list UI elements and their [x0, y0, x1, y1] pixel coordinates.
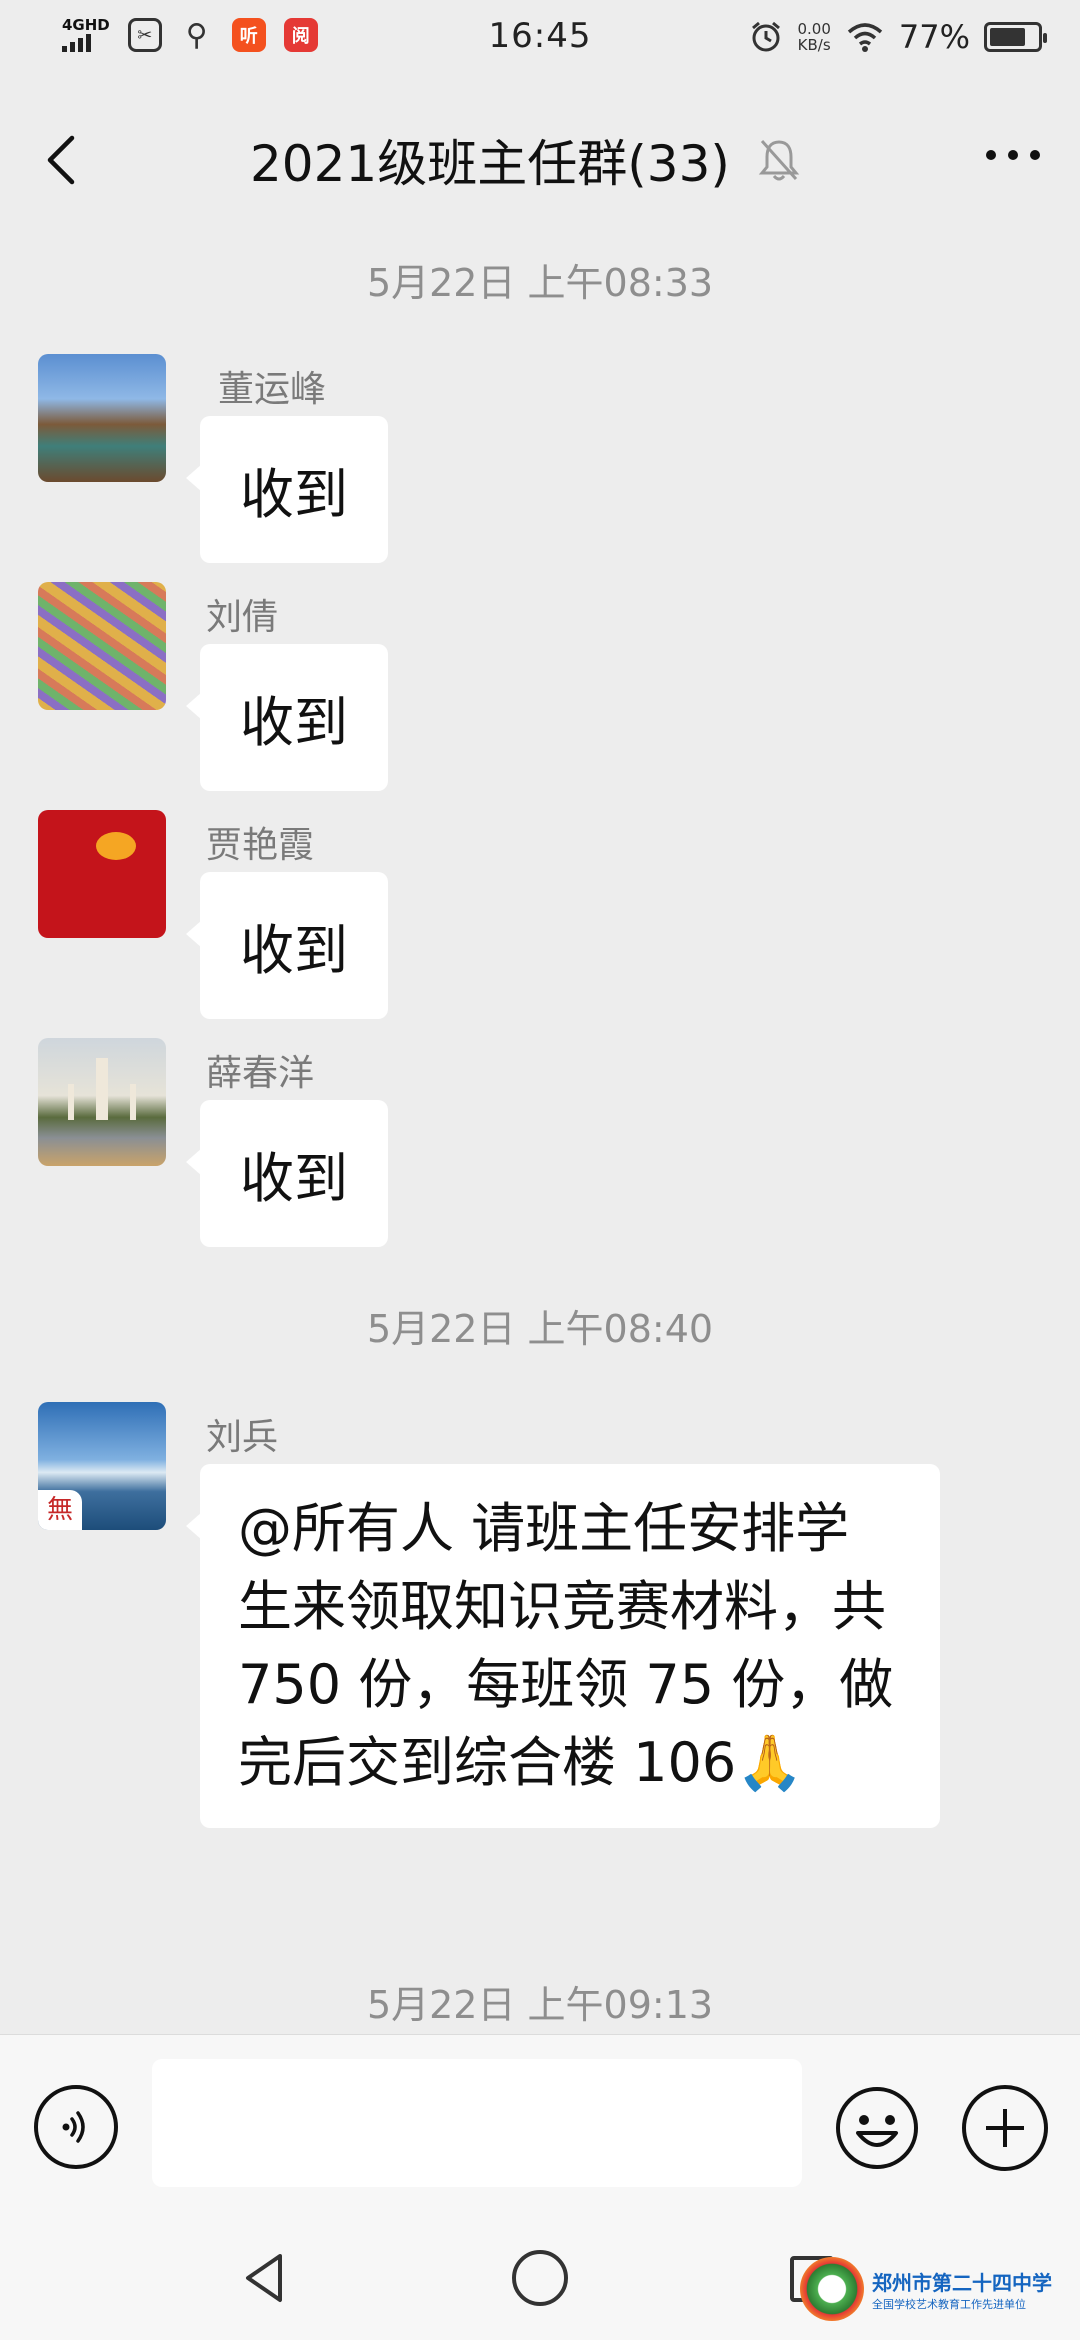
status-bar: 4GHD ✂ ⚲ 听 阅 16:45 0.00 KB/s 77%	[0, 0, 1080, 84]
sender-name: 董运峰	[218, 369, 327, 410]
alarm-icon	[752, 21, 781, 52]
avatar[interactable]	[38, 810, 166, 938]
mute-bell-icon	[758, 139, 800, 181]
speed-unit: KB/s	[797, 36, 831, 54]
message-bubble[interactable]: 收到	[186, 872, 388, 1019]
emoji-button[interactable]	[834, 2085, 920, 2171]
message-text: 收到	[240, 1147, 348, 1210]
school-logo-icon	[800, 2257, 864, 2321]
message-input[interactable]	[152, 2059, 802, 2187]
message-bubble[interactable]: 收到	[186, 416, 388, 563]
message-text: 收到	[240, 463, 348, 526]
message-text: 收到	[240, 919, 348, 982]
page-title: 2021级班主任群(33)	[250, 135, 730, 193]
sender-name: 贾艳霞	[206, 825, 315, 866]
voice-icon	[62, 2111, 85, 2143]
watermark-text: 郑州市第二十四中学 全国学校艺术教育工作先进单位	[872, 2267, 1052, 2312]
message-bubble[interactable]: 收到	[186, 644, 388, 791]
avatar[interactable]	[38, 582, 166, 710]
message-text: 收到	[240, 691, 348, 754]
nav-bar: 2021级班主任群(33)	[0, 84, 1080, 236]
message-bubble[interactable]: 收到	[186, 1100, 388, 1247]
more-functions-button[interactable]	[962, 2085, 1048, 2171]
battery-fill	[990, 28, 1026, 46]
battery-percent: 77%	[898, 18, 970, 56]
chat-screen: 4GHD ✂ ⚲ 听 阅 16:45 0.00 KB/s 77% 2021级班主…	[0, 0, 1080, 2340]
battery-icon	[984, 22, 1047, 52]
avatar[interactable]	[38, 1038, 166, 1166]
timestamp: 5月22日 上午09:13	[366, 1983, 714, 2027]
timestamp: 5月22日 上午08:40	[366, 1307, 714, 1351]
system-home-icon[interactable]	[512, 2250, 568, 2306]
school-watermark: 郑州市第二十四中学 全国学校艺术教育工作先进单位	[800, 2244, 1080, 2334]
watermark-title: 郑州市第二十四中学	[872, 2270, 1052, 2295]
system-back-icon[interactable]	[240, 2250, 288, 2306]
more-options-icon[interactable]	[986, 150, 1040, 160]
speed-value: 0.00	[797, 20, 831, 38]
back-icon[interactable]	[42, 132, 82, 188]
chat-area[interactable]: 5月22日 上午08:33 董运峰 收到 刘倩 收到 贾艳霞 收到 薛春洋 收到…	[0, 236, 1080, 2034]
status-right: 0.00 KB/s 77%	[749, 18, 1047, 56]
avatar[interactable]	[38, 354, 166, 482]
nav-title-group: 2021级班主任群(33)	[250, 124, 800, 196]
timestamp: 5月22日 上午08:33	[366, 261, 714, 305]
wifi-icon	[847, 23, 883, 52]
message-bubble[interactable]: @所有人 请班主任安排学生来领取知识竞赛材料，共 750 份，每班领 75 份，…	[186, 1464, 940, 1828]
voice-input-button[interactable]	[34, 2085, 118, 2169]
network-speed: 0.00 KB/s	[797, 21, 830, 53]
avatar[interactable]: 無	[38, 1402, 166, 1530]
watermark-subtitle: 全国学校艺术教育工作先进单位	[872, 2297, 1026, 2311]
sender-name: 刘兵	[206, 1417, 279, 1458]
sender-name: 刘倩	[206, 597, 279, 638]
sender-name: 薛春洋	[206, 1053, 315, 1094]
input-bar	[0, 2034, 1080, 2194]
message-text: @所有人 请班主任安排学生来领取知识竞赛材料，共 750 份，每班领 75 份，…	[238, 1497, 894, 1794]
